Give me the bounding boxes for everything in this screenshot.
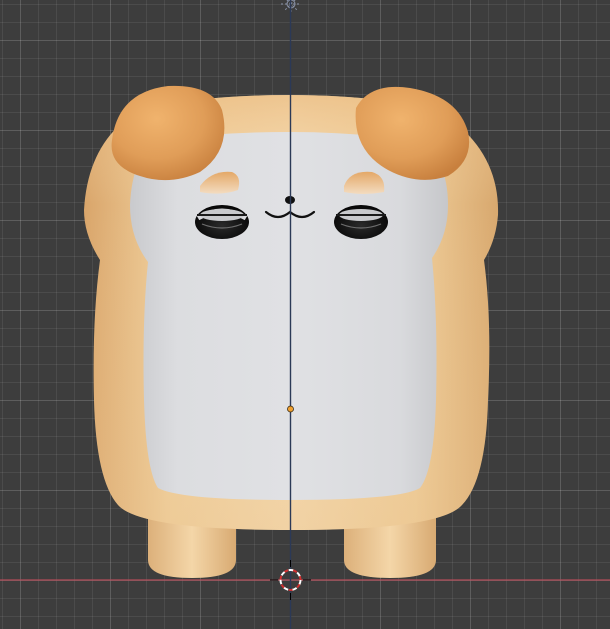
eye-left[interactable] xyxy=(195,205,249,239)
3d-viewport[interactable] xyxy=(0,0,610,629)
ear-left[interactable] xyxy=(111,85,225,181)
bread-face[interactable] xyxy=(130,132,448,500)
object-origin-icon[interactable] xyxy=(287,405,294,413)
eye-right[interactable] xyxy=(334,205,388,239)
viewport-scene[interactable] xyxy=(0,0,610,629)
